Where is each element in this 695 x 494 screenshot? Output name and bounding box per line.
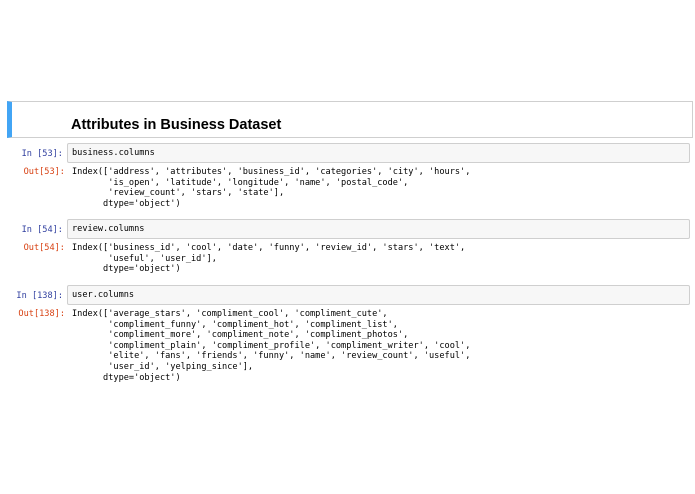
output-prompt: Out[53]:: [23, 167, 65, 177]
markdown-cell[interactable]: Attributes in Business Dataset: [7, 101, 693, 138]
code-input-cell[interactable]: business.columns: [67, 143, 690, 163]
input-prompt: In [54]:: [21, 225, 63, 235]
section-heading: Attributes in Business Dataset: [71, 117, 282, 133]
output-prompt: Out[54]:: [23, 243, 65, 253]
code-input-text: user.columns: [72, 290, 135, 300]
code-input-cell[interactable]: review.columns: [67, 219, 690, 239]
code-input-cell[interactable]: user.columns: [67, 285, 690, 305]
code-input-text: review.columns: [72, 224, 145, 234]
output-prompt: Out[138]:: [18, 309, 65, 319]
input-prompt: In [53]:: [21, 149, 63, 159]
cell-output: Index(['business_id', 'cool', 'date', 'f…: [72, 243, 466, 275]
cell-output: Index(['address', 'attributes', 'busines…: [72, 167, 471, 209]
cell-output: Index(['average_stars', 'compliment_cool…: [72, 309, 471, 383]
input-prompt: In [138]:: [16, 291, 63, 301]
code-input-text: business.columns: [72, 148, 155, 158]
